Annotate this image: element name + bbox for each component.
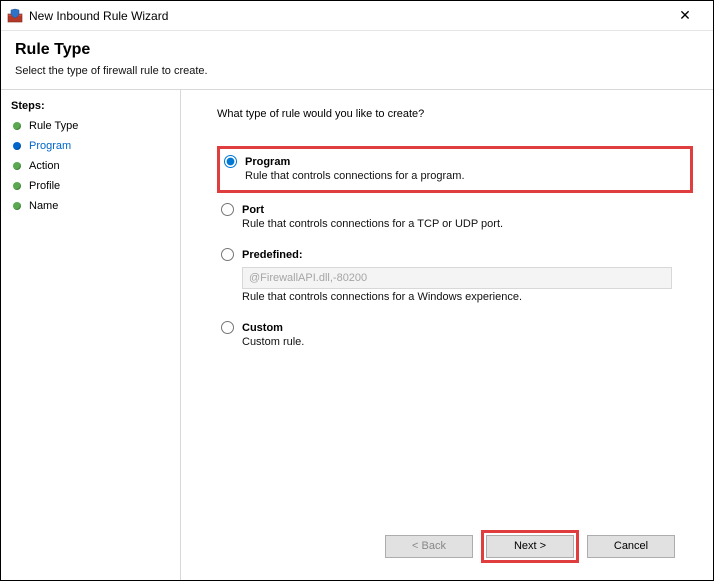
bullet-icon (13, 162, 21, 170)
main-panel: What type of rule would you like to crea… (181, 90, 713, 580)
option-port-desc: Rule that controls connections for a TCP… (242, 218, 687, 230)
option-predefined: Predefined: @FirewallAPI.dll,-80200 Rule… (217, 242, 693, 311)
radio-port[interactable] (221, 203, 234, 216)
step-profile[interactable]: Profile (9, 176, 180, 196)
option-predefined-label: Predefined: (242, 249, 303, 261)
steps-sidebar: Steps: Rule Type Program Action Profile … (1, 90, 181, 580)
window-title: New Inbound Rule Wizard (29, 9, 665, 23)
cancel-button[interactable]: Cancel (587, 535, 675, 558)
next-button[interactable]: Next > (486, 535, 574, 558)
footer-buttons: < Back Next > Cancel (217, 522, 693, 570)
next-button-wrap: Next > (481, 530, 579, 563)
cancel-button-wrap: Cancel (585, 533, 677, 560)
close-icon[interactable]: ✕ (665, 7, 705, 24)
bullet-icon (13, 202, 21, 210)
bullet-icon (13, 122, 21, 130)
step-label: Name (29, 200, 58, 212)
step-label: Rule Type (29, 120, 78, 132)
page-subtitle: Select the type of firewall rule to crea… (15, 65, 699, 77)
option-custom-desc: Custom rule. (242, 336, 687, 348)
page-title: Rule Type (15, 41, 699, 59)
option-program: Program Rule that controls connections f… (217, 146, 693, 193)
radio-custom[interactable] (221, 321, 234, 334)
radio-program[interactable] (224, 155, 237, 168)
step-rule-type[interactable]: Rule Type (9, 116, 180, 136)
step-label: Profile (29, 180, 60, 192)
titlebar: New Inbound Rule Wizard ✕ (1, 1, 713, 31)
bullet-icon (13, 142, 21, 150)
back-button: < Back (385, 535, 473, 558)
firewall-icon (7, 8, 23, 24)
back-button-wrap: < Back (383, 533, 475, 560)
predefined-select: @FirewallAPI.dll,-80200 (242, 267, 672, 289)
wizard-body: Steps: Rule Type Program Action Profile … (1, 90, 713, 580)
radio-predefined[interactable] (221, 248, 234, 261)
option-predefined-desc: Rule that controls connections for a Win… (242, 291, 687, 303)
step-label: Action (29, 160, 60, 172)
option-custom-label: Custom (242, 322, 283, 334)
option-program-label: Program (245, 156, 290, 168)
step-label: Program (29, 140, 71, 152)
step-program[interactable]: Program (9, 136, 180, 156)
option-port-label: Port (242, 204, 264, 216)
bullet-icon (13, 182, 21, 190)
step-name[interactable]: Name (9, 196, 180, 216)
steps-title: Steps: (9, 98, 180, 116)
question-text: What type of rule would you like to crea… (217, 108, 693, 120)
option-port: Port Rule that controls connections for … (217, 197, 693, 238)
option-custom: Custom Custom rule. (217, 315, 693, 356)
option-program-desc: Rule that controls connections for a pro… (245, 170, 684, 182)
wizard-header: Rule Type Select the type of firewall ru… (1, 31, 713, 90)
step-action[interactable]: Action (9, 156, 180, 176)
